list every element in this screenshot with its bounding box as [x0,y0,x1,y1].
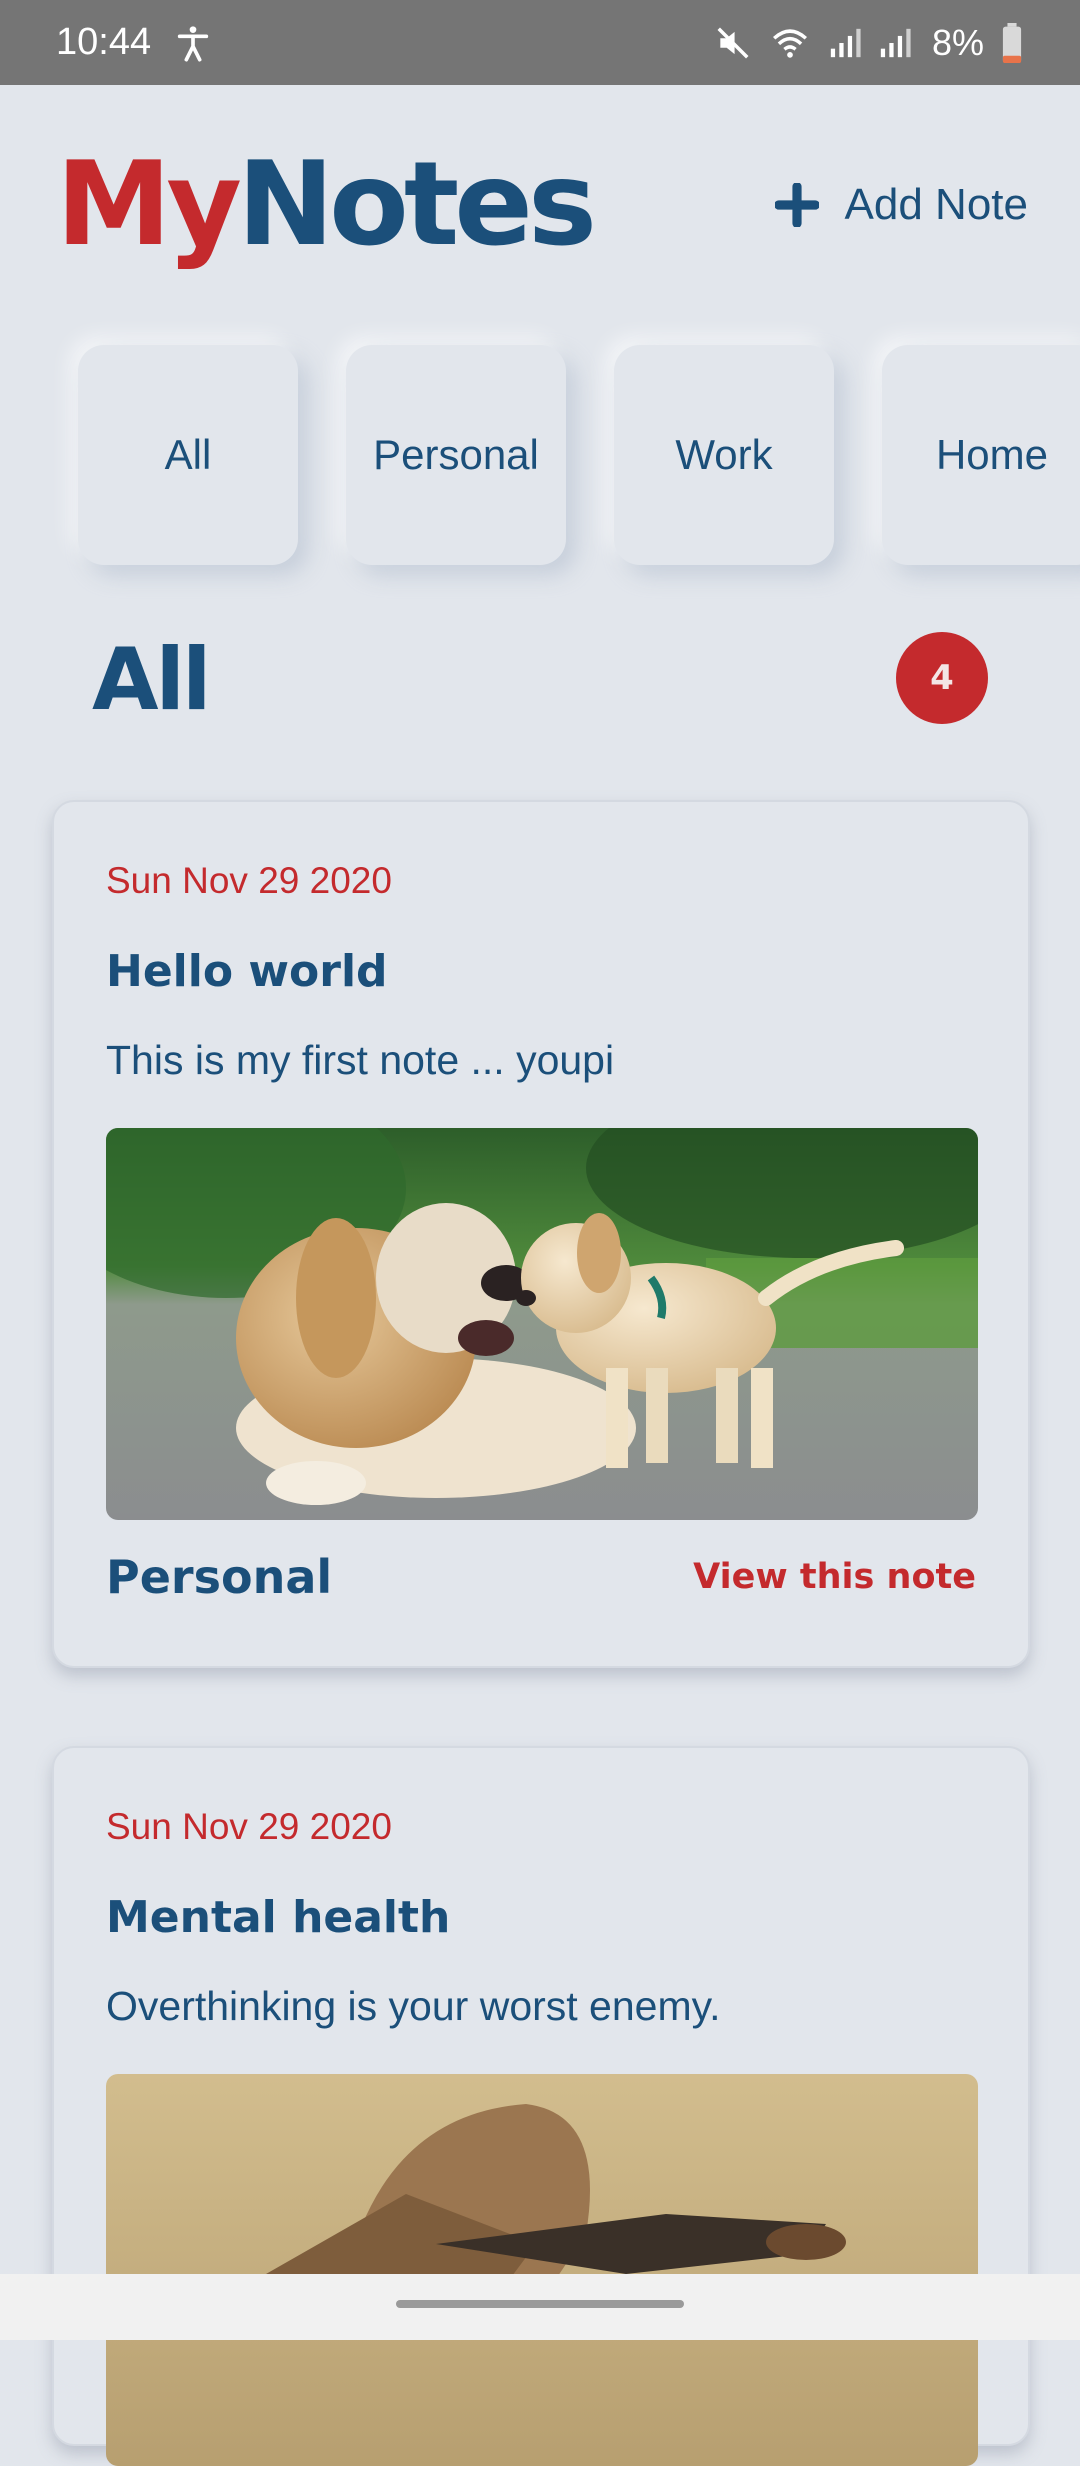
note-image-sand [106,2074,978,2466]
note-card[interactable]: Sun Nov 29 2020 Mental health Overthinki… [52,1746,1030,2466]
status-icons: 8% [714,22,1024,64]
battery-percent: 8% [931,21,984,63]
note-category: Personal [106,1550,333,1604]
signal-icon [830,28,861,57]
note-card[interactable]: Sun Nov 29 2020 Hello world This is my f… [52,800,1030,1668]
logo-notes: Notes [237,137,597,272]
logo-my: My [56,137,242,272]
notes-count-badge: 4 [896,632,988,724]
gesture-nav-bar [0,2274,1080,2340]
tab-work[interactable]: Work [614,345,834,565]
category-tabs: All Personal Work Home [78,345,1080,565]
note-title: Mental health [106,1892,451,1943]
app-header: MyNotes Add Note [0,85,1080,325]
status-bar: 10:44 8% [0,0,1080,85]
mute-icon [717,27,749,58]
note-body: Overthinking is your worst enemy. [106,1983,721,2029]
app-logo[interactable]: MyNotes [56,147,597,263]
note-footer: Personal View this note [106,1550,976,1604]
status-time: 10:44 [56,21,152,63]
note-date: Sun Nov 29 2020 [106,860,392,901]
note-date: Sun Nov 29 2020 [106,1806,392,1847]
view-note-link[interactable]: View this note [693,1557,976,1597]
tab-home[interactable]: Home [882,345,1080,565]
signal-icon [880,28,911,57]
battery-icon [1002,22,1022,63]
home-gesture-handle[interactable] [396,2300,684,2308]
note-image-dogs [106,1128,978,1520]
section-title: All [92,630,212,730]
accessibility-icon [177,25,209,62]
tab-personal[interactable]: Personal [346,345,566,565]
note-title: Hello world [106,946,388,997]
wifi-icon [772,28,807,58]
note-body: This is my first note ... youpi [106,1037,615,1083]
plus-icon [774,183,819,227]
add-note-label: Add Note [844,180,1028,229]
add-note-button[interactable]: Add Note [774,180,1028,230]
tab-all[interactable]: All [78,345,298,565]
